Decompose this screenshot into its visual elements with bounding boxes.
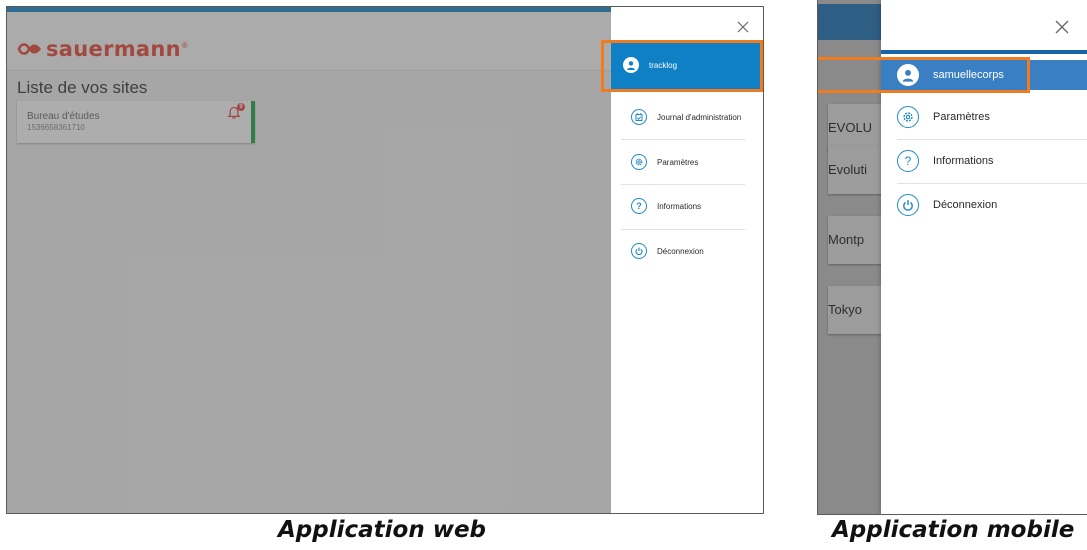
- mobile-background: EVOLU Evoluti Montp Tokyo: [818, 0, 882, 514]
- menu-item-settings[interactable]: Paramètres: [897, 106, 990, 128]
- menu-item-logout[interactable]: Déconnexion: [631, 243, 704, 259]
- divider: [621, 184, 745, 185]
- menu-item-label: Informations: [933, 155, 994, 167]
- menu-item-info[interactable]: ? Informations: [897, 150, 994, 172]
- user-account-item[interactable]: samuellecorps: [881, 60, 1087, 90]
- site-name: Evoluti: [828, 162, 868, 177]
- mobile-accent-strip: [881, 50, 1087, 54]
- site-card[interactable]: Montp: [828, 216, 882, 264]
- web-side-drawer: tracklog Journal d'administration Paramè…: [601, 7, 763, 513]
- question-icon: ?: [897, 150, 919, 172]
- journal-icon: [631, 109, 647, 125]
- question-icon: ?: [631, 198, 647, 214]
- menu-item-label: Journal d'administration: [657, 112, 742, 122]
- site-name: Montp: [828, 232, 865, 247]
- menu-item-label: Paramètres: [933, 111, 990, 123]
- power-icon: [897, 194, 919, 216]
- modal-overlay[interactable]: [7, 7, 611, 513]
- menu-item-label: Paramètres: [657, 157, 699, 167]
- gear-icon: [897, 106, 919, 128]
- user-name: tracklog: [649, 60, 678, 70]
- user-icon: [623, 57, 639, 73]
- site-name: EVOLU: [828, 120, 873, 135]
- mobile-header-bar: [818, 4, 882, 40]
- divider: [897, 139, 1087, 140]
- web-app-background: sauermann ® Liste de vos sites Bureau d'…: [7, 7, 611, 513]
- menu-item-info[interactable]: ? Informations: [631, 198, 701, 214]
- divider: [621, 139, 745, 140]
- gear-icon: [631, 154, 647, 170]
- user-icon: [897, 64, 919, 86]
- site-card[interactable]: Evoluti: [828, 146, 882, 194]
- mobile-app-screenshot: EVOLU Evoluti Montp Tokyo samuellecorps …: [817, 0, 1087, 515]
- site-card[interactable]: Tokyo: [828, 286, 882, 334]
- site-card[interactable]: EVOLU: [828, 104, 882, 152]
- power-icon: [631, 243, 647, 259]
- menu-item-label: Déconnexion: [657, 246, 704, 256]
- menu-item-label: Déconnexion: [933, 199, 998, 211]
- user-account-item[interactable]: tracklog: [611, 43, 761, 89]
- menu-item-label: Informations: [657, 201, 702, 211]
- caption-web: Application web: [278, 517, 487, 543]
- menu-item-journal[interactable]: Journal d'administration: [631, 109, 741, 125]
- user-name: samuellecorps: [933, 69, 1004, 81]
- caption-mobile: Application mobile: [832, 517, 1075, 543]
- mobile-side-drawer: samuellecorps Paramètres ? Informations …: [881, 0, 1087, 514]
- divider: [621, 229, 745, 230]
- site-name: Tokyo: [828, 302, 862, 317]
- menu-item-settings[interactable]: Paramètres: [631, 154, 698, 170]
- divider: [897, 183, 1087, 184]
- close-icon[interactable]: [1053, 18, 1071, 36]
- close-icon[interactable]: [735, 19, 751, 35]
- web-app-screenshot: sauermann ® Liste de vos sites Bureau d'…: [6, 6, 764, 514]
- menu-item-logout[interactable]: Déconnexion: [897, 194, 997, 216]
